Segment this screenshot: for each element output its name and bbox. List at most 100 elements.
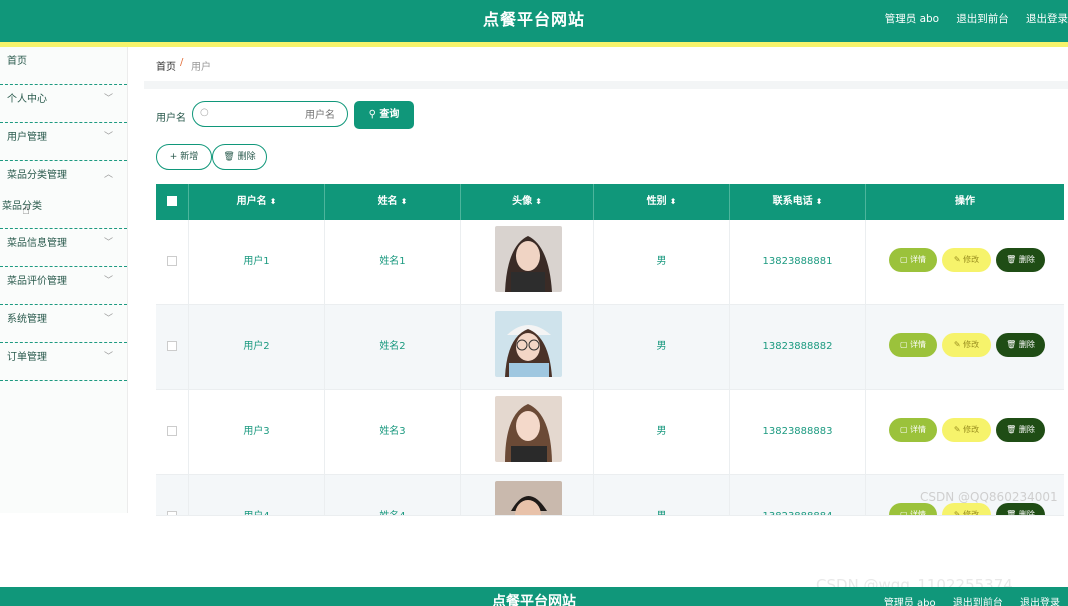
- row-checkbox[interactable]: [167, 341, 177, 351]
- select-all-checkbox[interactable]: [167, 196, 177, 206]
- row-select-cell: [156, 475, 189, 515]
- edit-button[interactable]: ✎ 修改: [942, 248, 991, 272]
- row-checkbox[interactable]: [167, 426, 177, 436]
- footer-nav: 管理员 abo 退出到前台 退出登录: [870, 594, 1060, 606]
- col-label: 用户名: [236, 196, 267, 207]
- pencil-icon: ✎: [953, 510, 964, 516]
- trash-icon: 🗑: [1006, 255, 1019, 264]
- col-label: 性别: [646, 196, 667, 207]
- edit-label: 修改: [963, 255, 980, 264]
- cell-avatar: [461, 390, 594, 474]
- search-button[interactable]: ⚲ 查询: [354, 101, 414, 129]
- search-icon: ○: [200, 107, 209, 118]
- trash-icon: 🗑: [1006, 340, 1019, 349]
- chevron-down-icon: ﹀: [103, 132, 113, 142]
- detail-button[interactable]: ▢ 详情: [889, 418, 937, 442]
- cell-name: 姓名4: [325, 475, 461, 515]
- sort-icon: ⬍: [535, 197, 542, 206]
- delete-button[interactable]: 🗑 删除: [996, 503, 1045, 516]
- detail-label: 详情: [910, 340, 927, 349]
- detail-button[interactable]: ▢ 详情: [889, 333, 937, 357]
- col-phone[interactable]: 联系电话 ⬍: [730, 184, 866, 220]
- user-label: 管理员 abo: [883, 598, 936, 606]
- chevron-down-icon: ﹀: [103, 314, 113, 324]
- doc-icon: ▢: [899, 255, 911, 264]
- sidebar-item-personal[interactable]: 个人中心 ﹀: [0, 85, 127, 123]
- cell-gender: 男: [594, 305, 730, 389]
- sidebar-item-label: 系统管理: [7, 314, 47, 325]
- header-nav: 管理员 abo 退出到前台 退出登录: [871, 0, 1068, 39]
- cell-username: 用户4: [189, 475, 325, 515]
- cell-username: 用户1: [189, 220, 325, 304]
- detail-label: 详情: [910, 510, 927, 516]
- col-avatar[interactable]: 头像 ⬍: [461, 184, 594, 220]
- sidebar-item-label: 首页: [7, 56, 27, 67]
- cell-name: 姓名1: [325, 220, 461, 304]
- back-to-front-link[interactable]: 退出到前台: [953, 598, 1003, 606]
- sidebar-item-system[interactable]: 系统管理 ﹀: [0, 305, 127, 343]
- sidebar-item-users[interactable]: 用户管理 ﹀: [0, 123, 127, 161]
- delete-button[interactable]: 🗑 删除: [996, 248, 1045, 272]
- edit-button[interactable]: ✎ 修改: [942, 333, 991, 357]
- sidebar-item-dish-info[interactable]: 菜品信息管理 ﹀: [0, 229, 127, 267]
- bottom-header: 点餐平台网站 管理员 abo 退出到前台 退出登录: [0, 587, 1068, 606]
- delete-button[interactable]: 🗑 删除: [996, 418, 1045, 442]
- logout-link[interactable]: 退出登录: [1026, 13, 1068, 25]
- select-all-cell: [156, 184, 189, 220]
- breadcrumb-home[interactable]: 首页: [156, 58, 176, 73]
- col-username[interactable]: 用户名 ⬍: [189, 184, 325, 220]
- delete-button[interactable]: 🗑 删除: [996, 333, 1045, 357]
- sidebar: 首页 个人中心 ﹀ 用户管理 ﹀ 菜品分类管理 ︿ 菜品分类 ☝ 菜品信息管理 …: [0, 47, 128, 513]
- sidebar-item-orders[interactable]: 订单管理 ﹀: [0, 343, 127, 381]
- delete-label: 删除: [1018, 425, 1035, 434]
- table-row: 用户2 姓名2 男 13823888882 ▢ 详情 ✎ 修改 🗑 删除: [156, 305, 1064, 390]
- edit-button[interactable]: ✎ 修改: [942, 418, 991, 442]
- batch-delete-label: 删除: [237, 152, 256, 162]
- sidebar-item-home[interactable]: 首页: [0, 47, 127, 85]
- col-label: 联系电话: [772, 196, 813, 207]
- sidebar-item-dish-category[interactable]: 菜品分类管理 ︿: [0, 161, 127, 191]
- avatar: [495, 226, 562, 292]
- row-select-cell: [156, 305, 189, 389]
- chevron-down-icon: ﹀: [103, 352, 113, 362]
- col-actions: 操作: [866, 184, 1064, 220]
- cell-avatar: [461, 305, 594, 389]
- cell-username: 用户2: [189, 305, 325, 389]
- table-row: 用户3 姓名3 男 13823888883 ▢ 详情 ✎ 修改 🗑 删除: [156, 390, 1064, 475]
- sidebar-item-dish-review[interactable]: 菜品评价管理 ﹀: [0, 267, 127, 305]
- trash-icon: 🗑: [1006, 510, 1019, 516]
- cell-phone: 13823888883: [730, 390, 866, 474]
- sidebar-item-label: 菜品分类管理: [7, 170, 67, 181]
- logout-link[interactable]: 退出登录: [1020, 598, 1060, 606]
- col-label: 姓名: [377, 196, 398, 207]
- edit-button[interactable]: ✎ 修改: [942, 503, 991, 516]
- search-input[interactable]: [215, 105, 337, 125]
- cell-phone: 13823888882: [730, 305, 866, 389]
- row-checkbox[interactable]: [167, 511, 177, 515]
- content-divider: [144, 81, 1068, 89]
- cell-gender: 男: [594, 475, 730, 515]
- delete-label: 删除: [1018, 340, 1035, 349]
- cell-username: 用户3: [189, 390, 325, 474]
- user-label: 管理员 abo: [884, 13, 940, 25]
- table-header: 用户名 ⬍ 姓名 ⬍ 头像 ⬍ 性别 ⬍ 联系电话 ⬍ 操作: [156, 184, 1064, 220]
- batch-delete-button[interactable]: 🗑 删除: [212, 144, 267, 170]
- col-name[interactable]: 姓名 ⬍: [325, 184, 461, 220]
- col-label: 操作: [955, 196, 975, 207]
- col-label: 头像: [512, 196, 533, 207]
- cell-gender: 男: [594, 220, 730, 304]
- row-checkbox[interactable]: [167, 256, 177, 266]
- col-gender[interactable]: 性别 ⬍: [594, 184, 730, 220]
- search-button-label: 查询: [379, 109, 400, 120]
- detail-button[interactable]: ▢ 详情: [889, 503, 937, 516]
- add-button[interactable]: + 新增: [156, 144, 212, 170]
- avatar: [495, 396, 562, 462]
- trash-icon: 🗑: [1006, 425, 1019, 434]
- cell-gender: 男: [594, 390, 730, 474]
- back-to-front-link[interactable]: 退出到前台: [956, 13, 1009, 25]
- detail-button[interactable]: ▢ 详情: [889, 248, 937, 272]
- edit-label: 修改: [963, 425, 980, 434]
- sort-icon: ⬍: [669, 197, 677, 206]
- search-field[interactable]: ○: [192, 101, 348, 127]
- sidebar-subitem-dish-category[interactable]: 菜品分类 ☝: [0, 191, 127, 229]
